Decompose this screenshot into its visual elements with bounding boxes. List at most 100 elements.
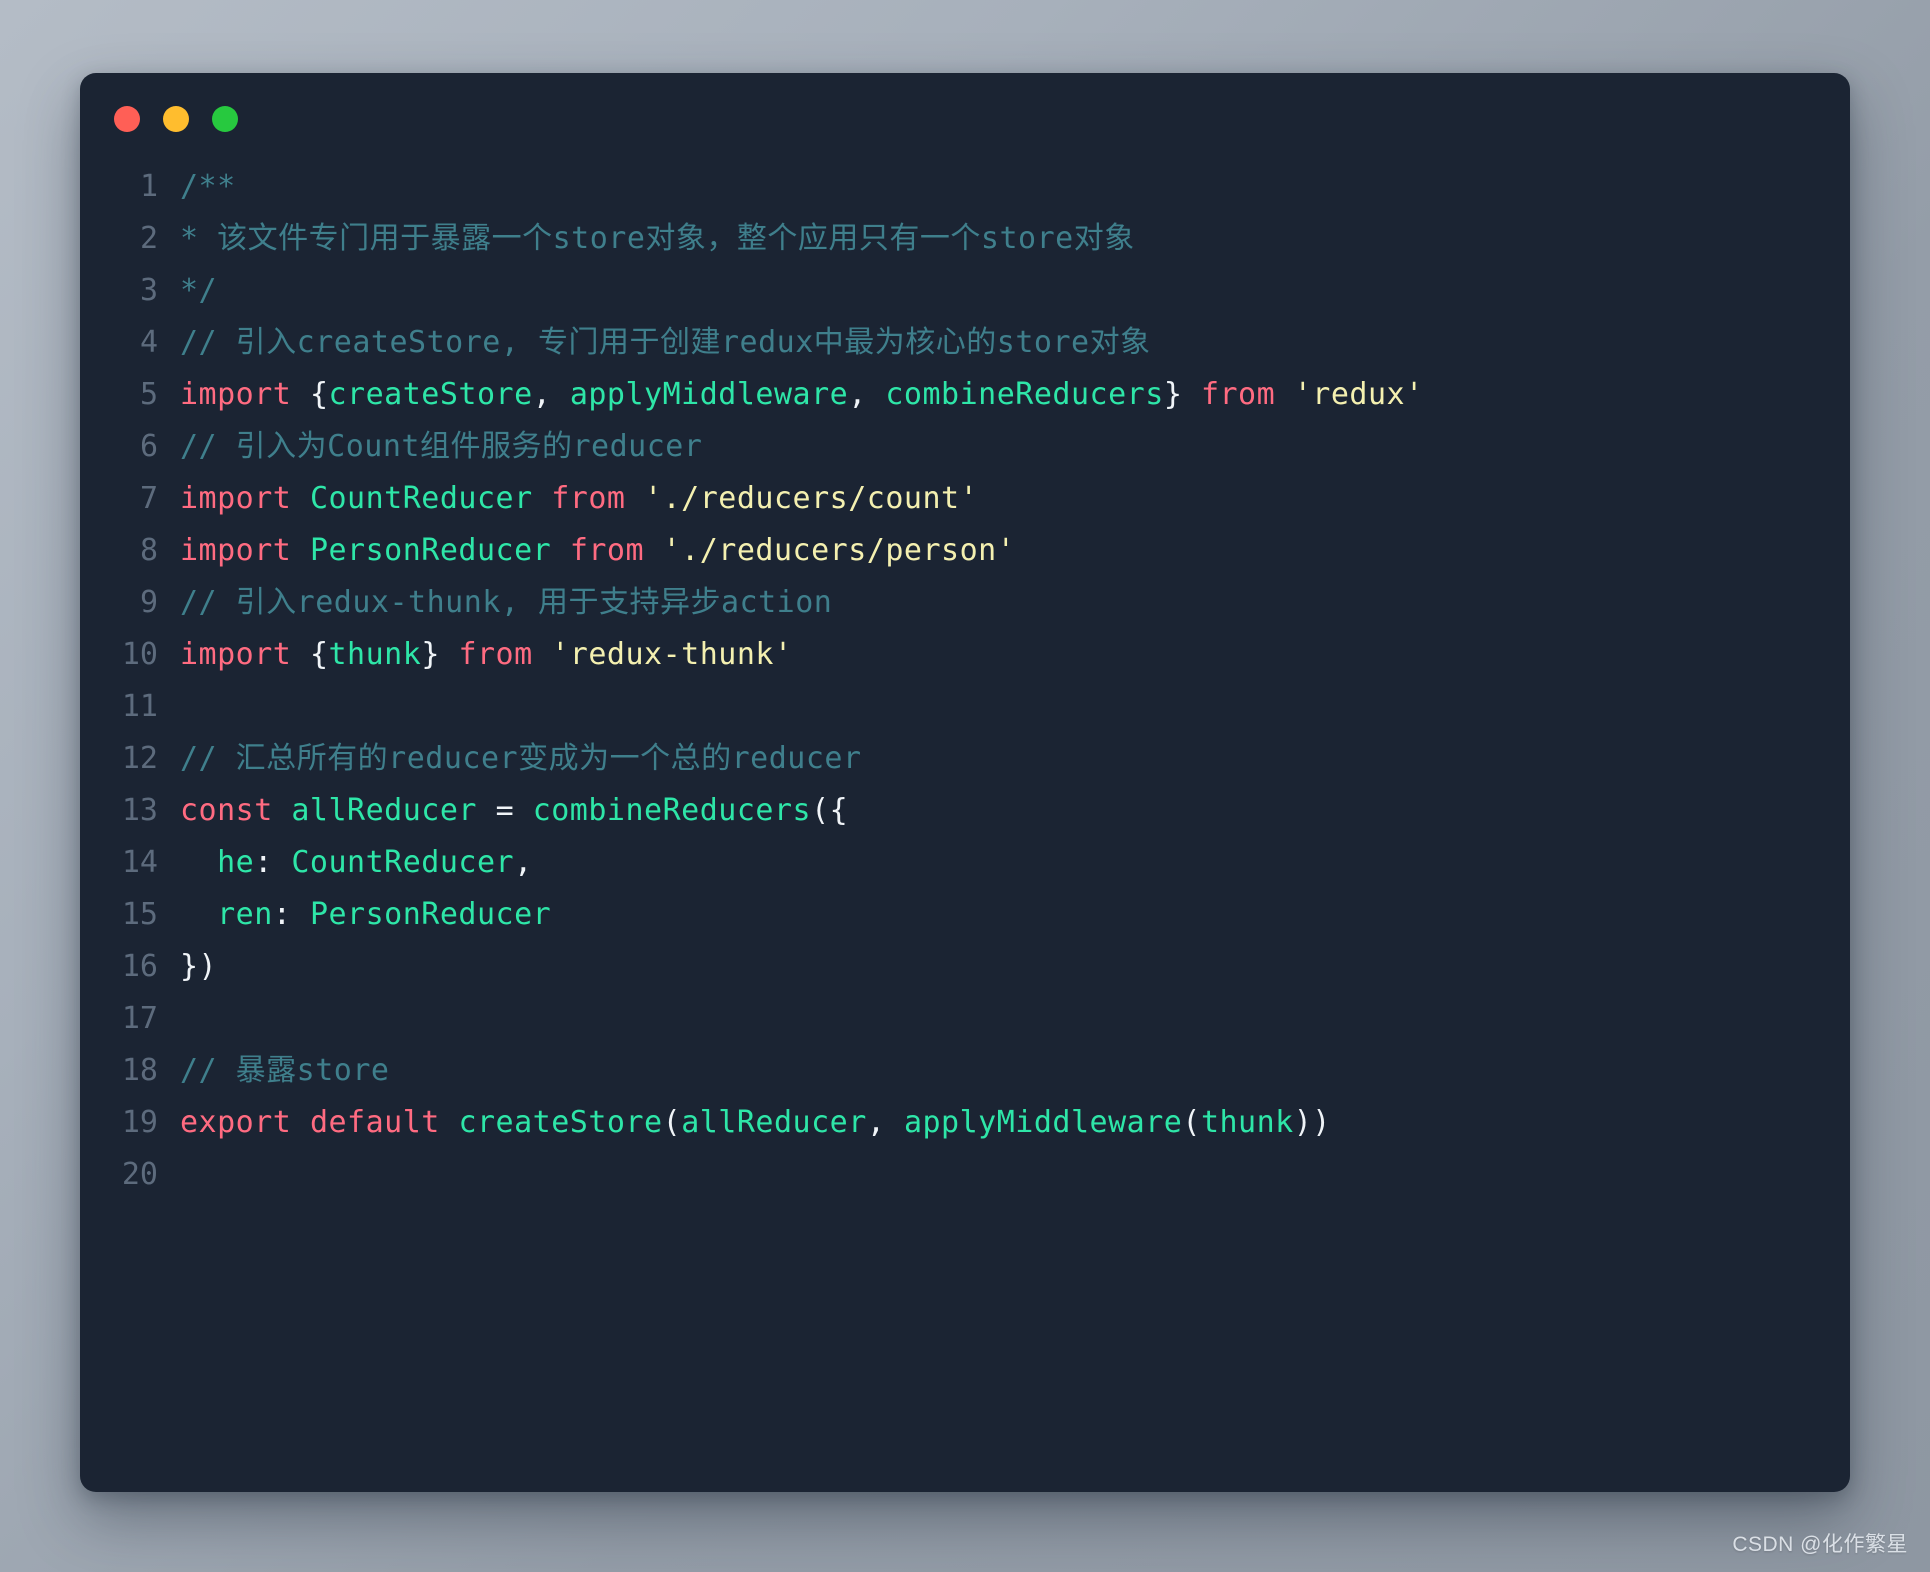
token-ident: CountReducer [309, 481, 533, 516]
code-line[interactable]: 12 // 汇总所有的reducer变成为一个总的reducer [80, 733, 1850, 785]
token-punct: { [309, 637, 329, 672]
code-line[interactable]: 2 * 该文件专门用于暴露一个store对象，整个应用只有一个store对象 [80, 213, 1850, 265]
token-ident: allReducer [291, 793, 477, 828]
line-number: 19 [121, 1105, 158, 1140]
csdn-watermark: CSDN @化作繁星 [1732, 1533, 1908, 1556]
token-punct: ({ [811, 793, 849, 828]
code-line[interactable]: 1 /** [80, 161, 1850, 213]
line-number: 20 [121, 1157, 158, 1192]
token-punct: }) [180, 949, 218, 984]
token-comment: */ [180, 273, 218, 308]
code-line-text: import {thunk} from 'redux-thunk' [180, 629, 793, 681]
code-line-text: const allReducer = combineReducers({ [180, 785, 848, 837]
token-ident: thunk [1200, 1105, 1294, 1140]
code-line-text: * 该文件专门用于暴露一个store对象，整个应用只有一个store对象 [180, 213, 1135, 265]
line-number: 6 [139, 429, 158, 464]
minimize-window-button[interactable] [163, 106, 189, 132]
token-comment: // 汇总所有的reducer变成为一个总的reducer [180, 741, 862, 776]
code-line[interactable]: 7 import CountReducer from './reducers/co… [80, 473, 1850, 525]
code-line[interactable]: 15 ren: PersonReducer [80, 889, 1850, 941]
code-line[interactable]: 6 // 引入为Count组件服务的reducer [80, 421, 1850, 473]
code-line[interactable]: 16}) [80, 941, 1850, 993]
code-line[interactable]: 13 const allReducer = combineReducers({ [80, 785, 1850, 837]
line-number: 1 [139, 169, 158, 204]
token-keyword: import [180, 481, 292, 516]
code-line[interactable]: 14 he: CountReducer, [80, 837, 1850, 889]
code-line[interactable]: 18 // 暴露store [80, 1045, 1850, 1097]
line-number: 2 [139, 221, 158, 256]
token-comment: // 暴露store [180, 1053, 390, 1088]
screenshot-canvas: 1 /** 2 * 该文件专门用于暴露一个store对象，整个应用只有一个store对… [0, 0, 1930, 1572]
token-punct: , [866, 1105, 886, 1140]
token-punct: , [532, 377, 552, 412]
token-punct: )) [1293, 1105, 1331, 1140]
close-window-button[interactable] [114, 106, 140, 132]
token-punct: , [514, 845, 533, 880]
code-line[interactable]: 8 import PersonReducer from './reducers/p… [80, 525, 1850, 577]
token-keyword: from [1200, 377, 1276, 412]
window-titlebar [114, 106, 238, 132]
line-number: 11 [121, 689, 158, 724]
code-editor[interactable]: 1 /** 2 * 该文件专门用于暴露一个store对象，整个应用只有一个store对… [80, 161, 1850, 1492]
token-keyword: import [180, 377, 292, 412]
code-line-text: /** [180, 161, 236, 213]
token-ident: allReducer [681, 1105, 867, 1140]
token-ident: thunk [328, 637, 422, 672]
token-ident: combineReducers [885, 377, 1164, 412]
token-punct: = [495, 793, 515, 828]
line-number: 4 [139, 325, 158, 360]
line-number: 15 [121, 897, 158, 932]
code-line[interactable]: 10 import {thunk} from 'redux-thunk' [80, 629, 1850, 681]
token-punct: ( [1182, 1105, 1201, 1140]
code-line[interactable]: 17 [80, 993, 1850, 1045]
code-line-text: export default createStore(allReducer, a… [180, 1097, 1331, 1149]
code-line[interactable]: 19 export default createStore(allReducer,… [80, 1097, 1850, 1149]
token-comment: /** [180, 169, 236, 204]
code-line-text: import PersonReducer from './reducers/pe… [180, 525, 1015, 577]
token-func: applyMiddleware [903, 1105, 1183, 1140]
code-line[interactable]: 11 [80, 681, 1850, 733]
token-ident: PersonReducer [309, 533, 552, 568]
line-number: 8 [139, 533, 158, 568]
token-ident: createStore [328, 377, 533, 412]
token-punct: } [1163, 377, 1183, 412]
token-func: createStore [458, 1105, 663, 1140]
code-line[interactable]: 5 import {createStore, applyMiddleware, c… [80, 369, 1850, 421]
token-ident: applyMiddleware [569, 377, 849, 412]
token-punct: } [421, 637, 440, 672]
token-comment: // 引入createStore, 专门用于创建redux中最为核心的store… [180, 325, 1151, 360]
code-line-text: */ [180, 265, 217, 317]
token-comment: * 该文件专门用于暴露一个store对象，整个应用只有一个store对象 [180, 221, 1135, 256]
token-keyword: import [180, 533, 292, 568]
code-line[interactable]: 20 [80, 1149, 1850, 1201]
token-keyword: from [458, 637, 533, 672]
line-number: 16 [121, 949, 158, 984]
line-number: 3 [139, 273, 158, 308]
code-line[interactable]: 9 // 引入redux-thunk, 用于支持异步action [80, 577, 1850, 629]
token-string: './reducers/person' [662, 533, 1016, 568]
token-punct: { [309, 377, 329, 412]
token-ident: he [217, 845, 255, 880]
code-line-text: // 汇总所有的reducer变成为一个总的reducer [180, 733, 862, 785]
token-keyword: from [551, 481, 626, 516]
token-string: './reducers/count' [644, 481, 979, 516]
code-line[interactable]: 4 // 引入createStore, 专门用于创建redux中最为核心的stor… [80, 317, 1850, 369]
maximize-window-button[interactable] [212, 106, 238, 132]
line-number: 14 [121, 845, 158, 880]
code-line[interactable]: 3 */ [80, 265, 1850, 317]
